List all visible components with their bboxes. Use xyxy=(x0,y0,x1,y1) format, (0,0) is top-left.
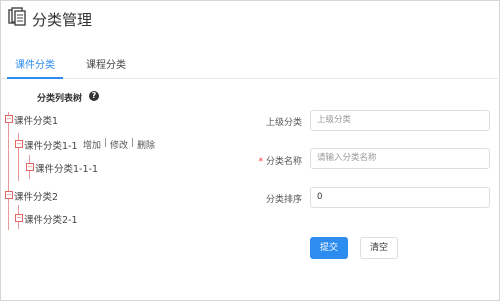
action-separator: | xyxy=(131,138,135,148)
tree-node[interactable]: 课件分类2 xyxy=(14,189,58,203)
parent-category-input[interactable]: 上级分类 xyxy=(310,110,490,131)
category-name-label-text: 分类名称 xyxy=(265,157,302,167)
clear-button[interactable]: 清空 xyxy=(360,237,398,259)
tree-node[interactable]: 课件分类1-1-1 xyxy=(35,161,98,175)
action-separator: | xyxy=(104,138,108,148)
submit-button[interactable]: 提交 xyxy=(310,237,348,259)
document-stack-icon xyxy=(8,7,26,26)
help-icon[interactable]: ? xyxy=(89,91,99,101)
tab-courseware-category[interactable]: 课件分类 xyxy=(7,56,63,79)
collapse-toggle-icon[interactable]: − xyxy=(5,115,13,123)
required-mark: * xyxy=(258,157,264,167)
category-name-input[interactable]: 请输入分类名称 xyxy=(310,148,490,169)
collapse-toggle-icon[interactable]: − xyxy=(15,214,23,222)
category-order-input[interactable]: 0 xyxy=(310,187,490,208)
tree-node[interactable]: 课件分类1 xyxy=(14,113,58,127)
tree-node[interactable]: 课件分类1-1 xyxy=(24,138,78,152)
edit-node-button[interactable]: 修改 xyxy=(110,138,128,151)
delete-node-button[interactable]: 删除 xyxy=(137,138,155,151)
tab-bar: 课件分类 课程分类 xyxy=(0,56,498,79)
collapse-toggle-icon[interactable]: − xyxy=(5,191,13,199)
category-order-label: 分类排序 xyxy=(265,195,302,205)
parent-category-label: 上级分类 xyxy=(265,118,302,128)
category-name-label: * 分类名称 xyxy=(242,154,302,167)
tree-heading: 分类列表树 xyxy=(37,94,83,104)
page-title: 分类管理 xyxy=(32,11,93,29)
collapse-toggle-icon[interactable]: − xyxy=(26,163,34,171)
tree-connector xyxy=(8,112,9,230)
tab-course-category[interactable]: 课程分类 xyxy=(84,56,128,77)
page-header: 分类管理 xyxy=(0,0,498,40)
tree-node[interactable]: 课件分类2-1 xyxy=(24,212,78,226)
collapse-toggle-icon[interactable]: − xyxy=(15,140,23,148)
add-node-button[interactable]: 增加 xyxy=(83,138,101,151)
